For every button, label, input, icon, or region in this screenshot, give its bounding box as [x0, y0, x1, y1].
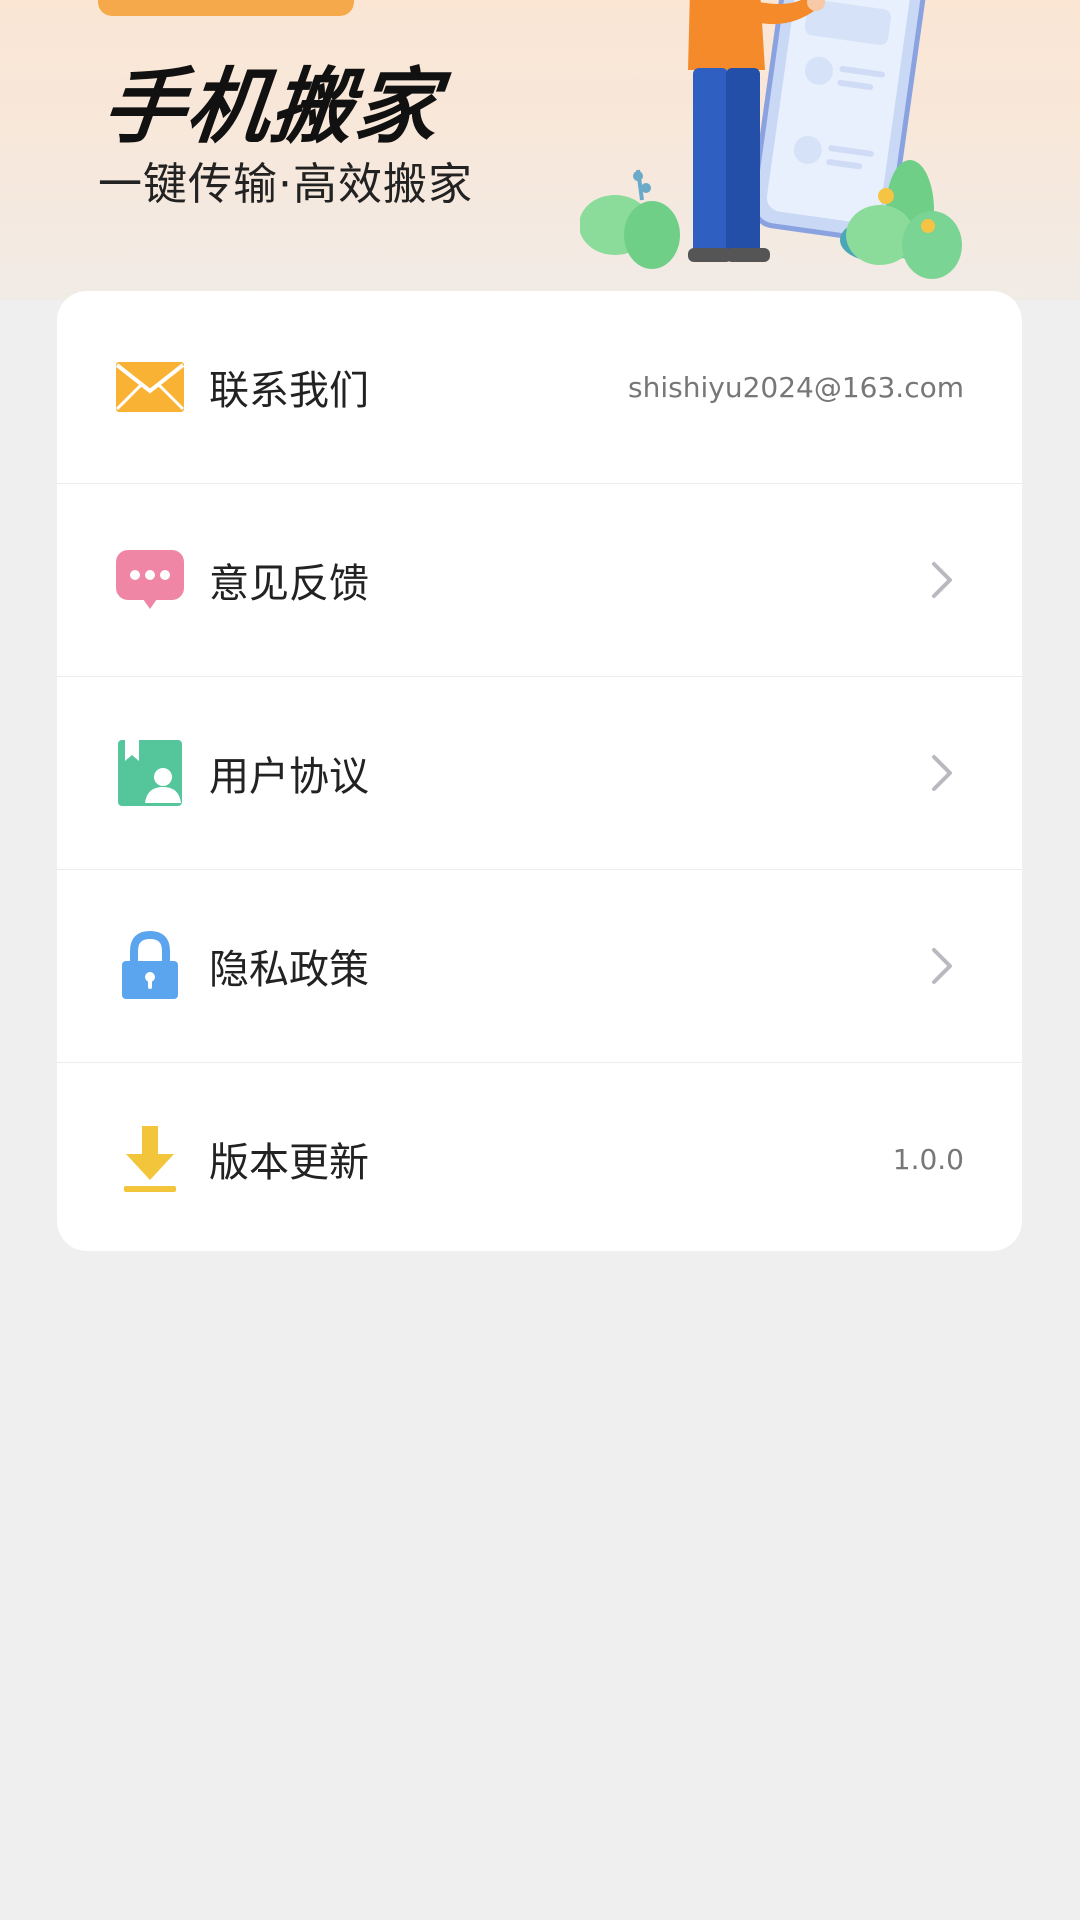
- contact-email: shishiyu2024@163.com: [628, 370, 964, 404]
- version-number: 1.0.0: [892, 1142, 964, 1176]
- download-icon: [115, 1124, 185, 1194]
- feedback-row[interactable]: 意见反馈: [57, 484, 1022, 677]
- version-update-label: 版本更新: [209, 1140, 369, 1186]
- contact-us-row[interactable]: 联系我们 shishiyu2024@163.com: [57, 291, 1022, 484]
- feedback-icon: [115, 545, 185, 615]
- person-with-phone-illustration: [580, 0, 962, 279]
- user-agreement-label: 用户协议: [209, 754, 369, 800]
- header-tag: [98, 0, 354, 16]
- feedback-label: 意见反馈: [209, 561, 369, 607]
- settings-card: 联系我们 shishiyu2024@163.com 意见反馈 用户协议 隐私政策…: [57, 291, 1022, 1251]
- lock-icon: [115, 931, 185, 1001]
- privacy-policy-row[interactable]: 隐私政策: [57, 870, 1022, 1063]
- app-title: 手机搬家: [98, 60, 445, 155]
- user-agreement-row[interactable]: 用户协议: [57, 677, 1022, 870]
- chevron-right-icon: [932, 755, 952, 791]
- chevron-right-icon: [932, 562, 952, 598]
- app-subtitle: 一键传输·高效搬家: [98, 159, 473, 210]
- privacy-policy-label: 隐私政策: [209, 947, 369, 993]
- chevron-right-icon: [932, 948, 952, 984]
- mail-icon: [115, 352, 185, 422]
- user-agreement-icon: [115, 738, 185, 808]
- header-banner: 手机搬家 一键传输·高效搬家: [0, 0, 1080, 300]
- version-update-row[interactable]: 版本更新 1.0.0: [57, 1063, 1022, 1251]
- contact-us-label: 联系我们: [209, 368, 369, 414]
